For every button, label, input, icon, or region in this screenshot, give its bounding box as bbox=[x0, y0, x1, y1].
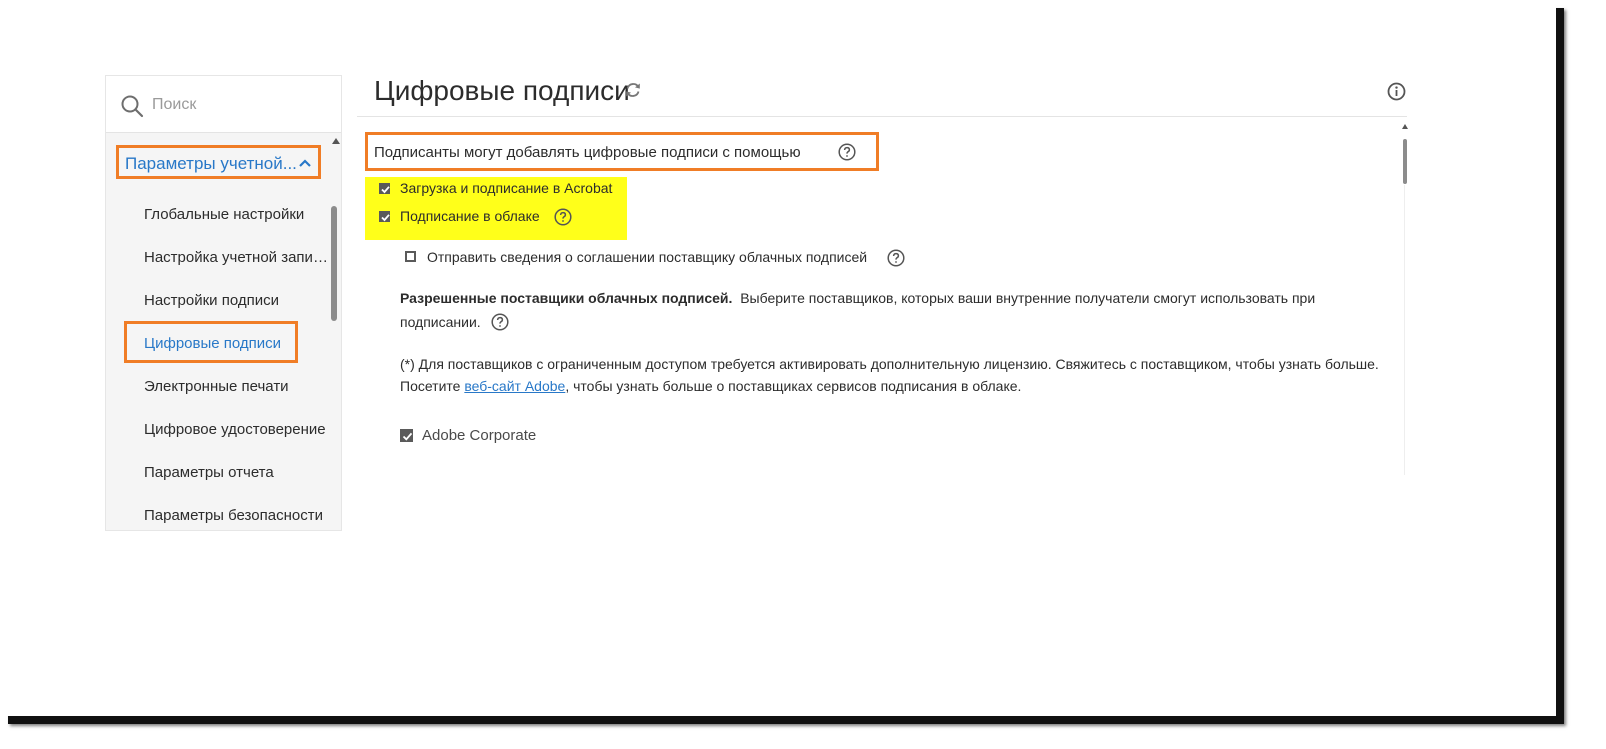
help-icon[interactable] bbox=[838, 143, 856, 161]
main-panel: Цифровые подписи Подписанты могут добавл… bbox=[357, 75, 1408, 475]
search-box[interactable]: Поиск bbox=[106, 76, 341, 133]
main-scrollbar-thumb[interactable] bbox=[1403, 139, 1407, 184]
scroll-up-arrow[interactable] bbox=[332, 138, 340, 144]
checkbox-cloud-signing[interactable] bbox=[379, 211, 390, 222]
help-icon[interactable] bbox=[887, 249, 905, 267]
search-icon bbox=[121, 95, 144, 118]
sidebar-group-account-settings[interactable]: Параметры учетной... bbox=[116, 145, 321, 179]
sidebar-item-global-settings[interactable]: Глобальные настройки bbox=[144, 206, 328, 223]
allowed-providers-paragraph: Разрешенные поставщики облачных подписей… bbox=[400, 286, 1400, 334]
section-heading-callout: Подписанты могут добавлять цифровые подп… bbox=[365, 132, 879, 171]
provider-label-adobe-corporate: Adobe Corporate bbox=[422, 427, 537, 444]
refresh-icon[interactable] bbox=[624, 81, 642, 99]
help-icon[interactable] bbox=[491, 313, 509, 331]
license-note-text: (*) Для поставщиков с ограниченным досту… bbox=[400, 356, 1379, 372]
section-heading: Подписанты могут добавлять цифровые подп… bbox=[374, 144, 801, 161]
sidebar-item-electronic-seals[interactable]: Электронные печати bbox=[144, 378, 328, 395]
checkbox-send-agreement-info[interactable] bbox=[405, 251, 416, 262]
checkbox-acrobat-signing[interactable] bbox=[379, 183, 390, 194]
checkmark-icon bbox=[381, 186, 390, 194]
license-note-paragraph: (*) Для поставщиков с ограниченным досту… bbox=[400, 353, 1400, 397]
help-icon[interactable] bbox=[554, 208, 572, 226]
sidebar: Поиск Параметры учетной... Глобальные на… bbox=[105, 75, 342, 531]
sidebar-item-report-settings[interactable]: Параметры отчета bbox=[144, 464, 328, 481]
screenshot-frame: Поиск Параметры учетной... Глобальные на… bbox=[0, 0, 1556, 716]
license-note-suffix: , чтобы узнать больше о поставщиках серв… bbox=[565, 378, 1022, 394]
sidebar-item-signature-settings[interactable]: Настройки подписи bbox=[144, 292, 328, 309]
sidebar-group-label: Параметры учетной... bbox=[125, 154, 297, 173]
main-scrollbar-track bbox=[1404, 185, 1405, 475]
sidebar-item-digital-id[interactable]: Цифровое удостоверение bbox=[144, 421, 328, 438]
adobe-website-link[interactable]: веб-сайт Adobe bbox=[464, 378, 565, 394]
allowed-providers-text: Выберите поставщиков, которых ваши внутр… bbox=[740, 290, 1316, 306]
checkmark-icon bbox=[402, 432, 413, 441]
option-label-acrobat-signing: Загрузка и подписание в Acrobat bbox=[400, 180, 613, 196]
checkbox-adobe-corporate[interactable] bbox=[400, 429, 413, 442]
main-scroll-up-arrow[interactable] bbox=[1402, 124, 1408, 129]
sidebar-item-digital-signatures[interactable]: Цифровые подписи bbox=[144, 335, 328, 352]
license-note-prefix: Посетите bbox=[400, 378, 465, 394]
search-input[interactable]: Поиск bbox=[152, 96, 196, 114]
sidebar-scrollbar[interactable] bbox=[330, 136, 340, 530]
scrollbar-thumb[interactable] bbox=[331, 206, 337, 321]
title-divider bbox=[357, 116, 1407, 117]
chevron-up-icon bbox=[299, 159, 311, 167]
option-label-send-agreement-info: Отправить сведения о соглашении поставщи… bbox=[427, 249, 868, 265]
page-title: Цифровые подписи bbox=[374, 75, 630, 106]
checkmark-icon bbox=[381, 214, 390, 222]
info-icon[interactable] bbox=[1387, 82, 1406, 101]
sidebar-item-account-setup[interactable]: Настройка учетной записи bbox=[144, 249, 328, 266]
option-label-cloud-signing: Подписание в облаке bbox=[400, 208, 540, 224]
allowed-providers-heading: Разрешенные поставщики облачных подписей… bbox=[400, 290, 733, 306]
allowed-providers-text-end: подписании. bbox=[400, 314, 481, 330]
sidebar-item-security-settings[interactable]: Параметры безопасности bbox=[144, 507, 328, 524]
